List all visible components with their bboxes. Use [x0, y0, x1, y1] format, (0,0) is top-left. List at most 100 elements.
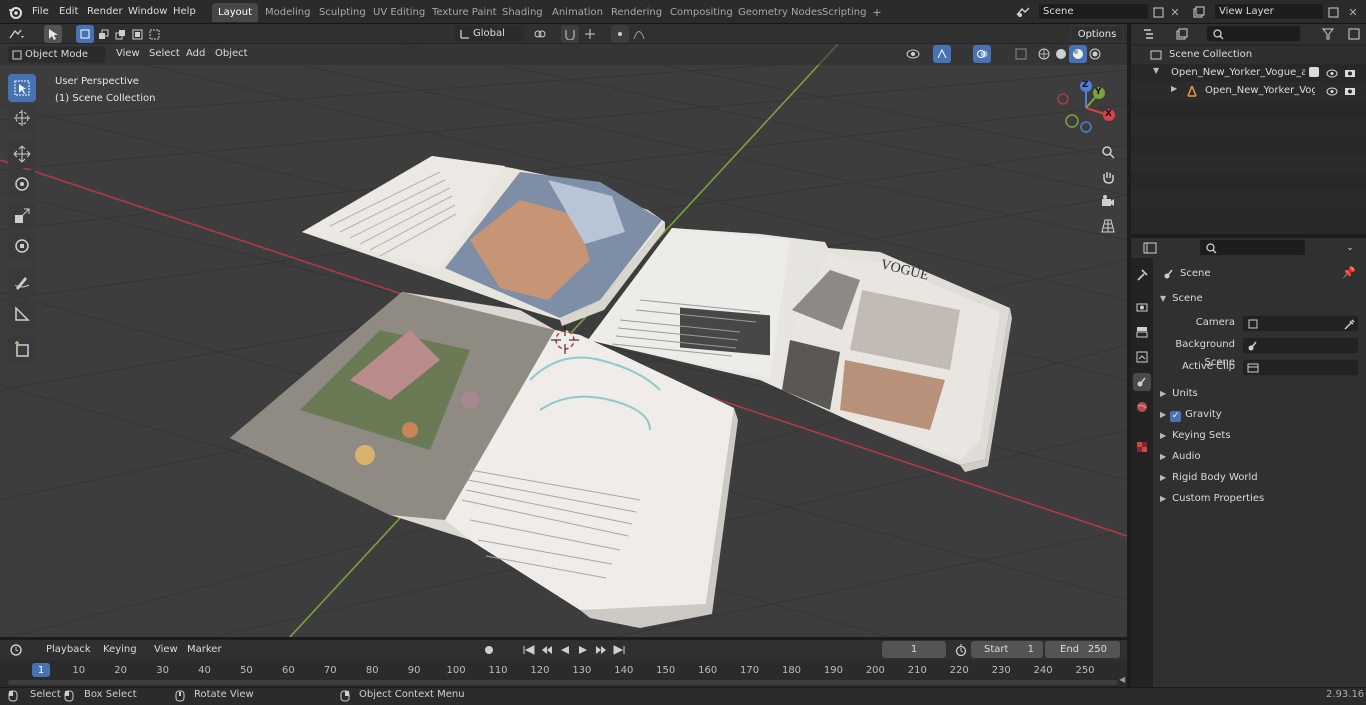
eyedropper-icon[interactable] — [1340, 315, 1358, 333]
pin-icon[interactable]: 📌 — [1342, 266, 1356, 279]
jump-keyframe-forward-icon[interactable] — [592, 641, 610, 659]
new-scene-icon[interactable] — [1149, 3, 1167, 21]
menu-render[interactable]: Render — [85, 4, 125, 20]
select-tool-icon[interactable] — [44, 25, 62, 43]
new-collection-icon[interactable] — [1345, 25, 1363, 43]
gravity-checkbox[interactable]: ✓ — [1170, 411, 1182, 422]
expand-arrow-icon[interactable]: ▼ — [1160, 294, 1166, 303]
viewport-menu-view[interactable]: View — [114, 46, 142, 62]
scene-icon[interactable] — [1014, 3, 1032, 21]
blender-logo-icon[interactable] — [6, 3, 24, 21]
play-icon[interactable] — [574, 641, 592, 659]
outliner-row-object[interactable]: ▶ Open_New_Yorker_Vogu — [1131, 82, 1366, 100]
proportional-edit-icon[interactable] — [611, 25, 629, 43]
expand-arrow-right-icon[interactable]: ▶ — [1160, 473, 1166, 482]
scene-panel-header[interactable]: ▼ Scene — [1160, 290, 1360, 308]
render-properties-icon[interactable] — [1133, 298, 1151, 316]
chevron-down-icon[interactable]: ⌄ — [1341, 239, 1359, 257]
gravity-panel-header[interactable]: ▶ ✓ Gravity — [1160, 406, 1360, 424]
delete-scene-icon[interactable]: ✕ — [1166, 3, 1184, 21]
3d-viewport[interactable]: VOGUE — [0, 44, 1127, 637]
end-frame-field[interactable]: End 250 — [1045, 641, 1120, 658]
timeline-menu-playback[interactable]: Playback — [44, 642, 93, 658]
jump-end-icon[interactable] — [610, 641, 628, 659]
scene-selector[interactable]: Scene — [1038, 3, 1149, 20]
options-button[interactable]: Options — [1070, 25, 1124, 42]
viewport-menu-add[interactable]: Add — [184, 46, 207, 62]
collection-include-checkbox[interactable] — [1309, 67, 1319, 77]
timeline-scrollbar[interactable] — [8, 680, 1118, 685]
shading-solid-icon[interactable] — [1052, 45, 1070, 63]
view-layer-properties-icon[interactable] — [1133, 348, 1151, 366]
expand-arrow-right-icon[interactable]: ▶ — [1160, 452, 1166, 461]
new-view-layer-icon[interactable] — [1324, 3, 1342, 21]
play-reverse-icon[interactable] — [556, 641, 574, 659]
timeline-scroll-arrow-icon[interactable]: ◀ — [1119, 675, 1125, 684]
render-camera-icon[interactable] — [1341, 64, 1359, 82]
render-camera-icon[interactable] — [1341, 82, 1359, 100]
jump-keyframe-back-icon[interactable] — [538, 641, 556, 659]
tool-select-box[interactable] — [8, 74, 36, 102]
pan-hand-icon[interactable] — [1097, 166, 1119, 188]
tool-transform[interactable] — [8, 232, 36, 260]
select-mode-new-icon[interactable] — [76, 25, 94, 43]
expand-arrow-right-icon[interactable]: ▶ — [1160, 410, 1166, 419]
tab-rendering[interactable]: Rendering — [605, 3, 668, 22]
select-mode-extend-icon[interactable] — [94, 25, 112, 43]
stopwatch-icon[interactable] — [952, 641, 970, 659]
tab-layout[interactable]: Layout — [212, 3, 258, 22]
world-properties-icon[interactable] — [1133, 398, 1151, 416]
select-mode-subtract-icon[interactable] — [111, 25, 129, 43]
timeline-menu-view[interactable]: View — [152, 642, 180, 658]
tool-rotate[interactable] — [8, 170, 36, 198]
select-mode-intersect-icon[interactable] — [145, 25, 163, 43]
current-frame-field[interactable]: 1 — [882, 641, 946, 658]
tool-scale[interactable] — [8, 202, 36, 230]
tab-shading[interactable]: Shading — [496, 3, 549, 22]
rigid-body-world-panel-header[interactable]: ▶ Rigid Body World — [1160, 469, 1360, 487]
filter-icon[interactable] — [1319, 25, 1337, 43]
delete-view-layer-icon[interactable]: ✕ — [1344, 3, 1362, 21]
expand-arrow-right-icon[interactable]: ▶ — [1160, 494, 1166, 503]
add-workspace-icon[interactable]: + — [868, 3, 886, 21]
outliner-editor-type-icon[interactable] — [1141, 25, 1159, 43]
auto-keying-icon[interactable] — [480, 641, 498, 659]
jump-start-icon[interactable] — [520, 641, 538, 659]
timeline-menu-keying[interactable]: Keying — [101, 642, 139, 658]
tab-modeling[interactable]: Modeling — [259, 3, 317, 22]
editor-type-icon[interactable] — [8, 25, 26, 43]
expand-arrow-right-icon[interactable]: ▶ — [1160, 389, 1166, 398]
tab-scripting[interactable]: Scripting — [816, 3, 872, 22]
shading-rendered-icon[interactable] — [1086, 45, 1104, 63]
audio-panel-header[interactable]: ▶ Audio — [1160, 448, 1360, 466]
tab-texture-paint[interactable]: Texture Paint — [426, 3, 503, 22]
keying-sets-panel-header[interactable]: ▶ Keying Sets — [1160, 427, 1360, 445]
select-mode-invert-icon[interactable] — [128, 25, 146, 43]
pivot-point-icon[interactable] — [531, 25, 549, 43]
menu-window[interactable]: Window — [126, 4, 169, 20]
tool-measure[interactable] — [8, 300, 36, 328]
camera-view-icon[interactable] — [1097, 190, 1119, 212]
tab-compositing[interactable]: Compositing — [664, 3, 739, 22]
menu-file[interactable]: File — [30, 4, 51, 20]
custom-properties-panel-header[interactable]: ▶ Custom Properties — [1160, 490, 1360, 508]
viewport-menu-object[interactable]: Object — [213, 46, 250, 62]
timeline-menu-marker[interactable]: Marker — [185, 642, 224, 658]
timeline-editor-type-icon[interactable] — [8, 641, 26, 659]
shading-material-icon[interactable] — [1069, 45, 1087, 63]
perspective-toggle-icon[interactable] — [1097, 215, 1119, 237]
menu-help[interactable]: Help — [171, 4, 198, 20]
visibility-filter-icon[interactable] — [904, 45, 922, 63]
menu-edit[interactable]: Edit — [57, 4, 80, 20]
expand-arrow-right-icon[interactable]: ▶ — [1160, 431, 1166, 440]
overlay-toggle-icon[interactable] — [973, 45, 991, 63]
eye-icon[interactable] — [1323, 82, 1341, 100]
tab-animation[interactable]: Animation — [546, 3, 609, 22]
units-panel-header[interactable]: ▶ Units — [1160, 385, 1360, 403]
output-properties-icon[interactable] — [1133, 323, 1151, 341]
tab-uv-editing[interactable]: UV Editing — [367, 3, 431, 22]
tool-move[interactable] — [8, 140, 36, 168]
zoom-icon[interactable] — [1097, 141, 1119, 163]
scene-properties-icon[interactable] — [1133, 373, 1151, 391]
texture-properties-icon[interactable] — [1133, 438, 1151, 456]
